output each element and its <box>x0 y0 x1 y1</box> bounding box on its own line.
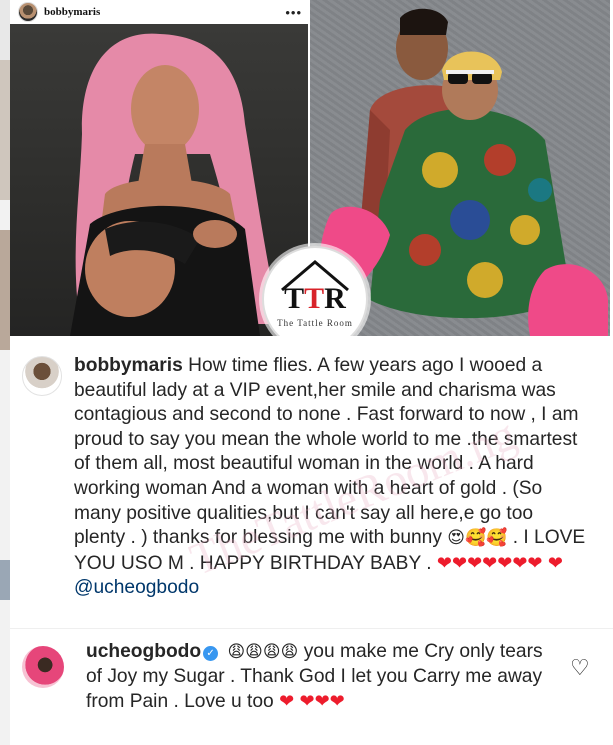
reply-avatar[interactable] <box>22 646 64 688</box>
post-header: bobbymaris ••• <box>10 0 310 24</box>
logo-letter-t1: T <box>284 282 305 315</box>
heart-outline-icon[interactable]: ♡ <box>570 656 590 681</box>
logo-letter-t2: T <box>304 282 325 315</box>
header-avatar[interactable] <box>18 2 38 22</box>
caption-mention-link[interactable]: @ucheogbodo <box>74 577 199 598</box>
caption-hearts: ❤❤❤❤❤❤❤ <box>436 552 543 573</box>
caption-heart-last: ❤ <box>547 552 563 573</box>
logo-letter-r: R <box>324 282 346 315</box>
post-caption: bobbymaris How time flies. A few years a… <box>74 354 586 601</box>
reply-comment: ucheogbodo ✓ 😩😩😩😩 you make me Cry only te… <box>86 640 546 715</box>
caption-emojis: 😍🥰🥰 <box>447 528 508 549</box>
header-username[interactable]: bobbymaris <box>44 6 100 18</box>
caption-avatar[interactable] <box>22 356 62 396</box>
verified-badge-icon: ✓ <box>203 646 219 661</box>
comment-separator <box>10 628 613 629</box>
reply-username[interactable]: ucheogbodo <box>86 641 201 662</box>
reply-emojis: 😩😩😩😩 <box>227 642 299 662</box>
reply-heart-inline: ❤ <box>279 691 295 712</box>
logo-letters: TTR <box>264 282 366 316</box>
caption-text-part1: How time flies. A few years ago I wooed … <box>74 355 579 549</box>
logo-subtitle: The Tattle Room <box>277 318 353 328</box>
reply-hearts-end: ❤❤❤ <box>299 691 345 712</box>
more-options-icon[interactable]: ••• <box>285 5 302 20</box>
caption-username[interactable]: bobbymaris <box>74 355 183 376</box>
